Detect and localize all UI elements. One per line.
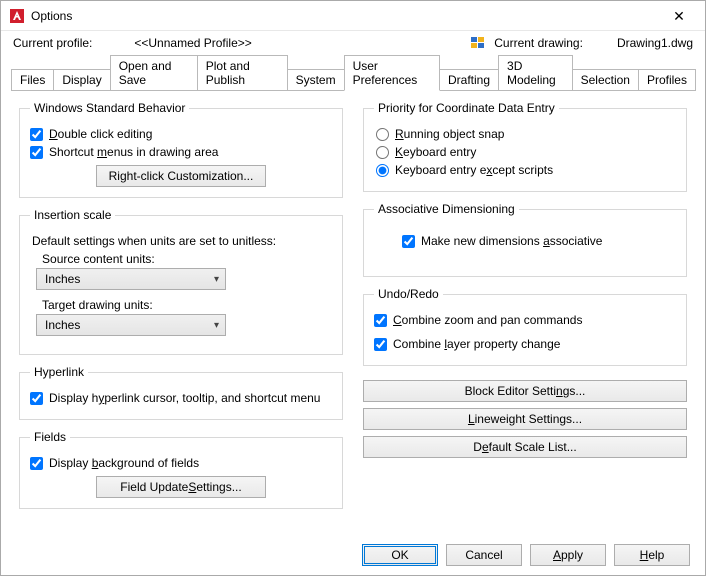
close-icon: ✕ <box>673 9 685 23</box>
select-source-units[interactable]: Inches ▾ <box>36 268 226 290</box>
app-icon <box>9 8 25 24</box>
radio-running-osnap-input[interactable] <box>376 128 389 141</box>
select-target-units[interactable]: Inches ▾ <box>36 314 226 336</box>
group-legend: Associative Dimensioning <box>374 202 519 216</box>
chevron-down-icon: ▾ <box>214 274 219 285</box>
left-column: Windows Standard Behavior Double click e… <box>19 101 343 509</box>
tab-user-preferences[interactable]: User Preferences <box>344 55 440 91</box>
radio-keyboard-entry-input[interactable] <box>376 146 389 159</box>
cancel-button[interactable]: Cancel <box>446 544 522 566</box>
chk-combine-zoom-pan-input[interactable] <box>374 314 387 327</box>
tab-selection[interactable]: Selection <box>572 69 639 91</box>
header-row: Current profile: <<Unnamed Profile>> Cur… <box>1 31 705 53</box>
window-title: Options <box>31 9 72 23</box>
chk-shortcut-menus-input[interactable] <box>30 146 43 159</box>
select-target-units-value: Inches <box>45 318 80 332</box>
group-legend: Insertion scale <box>30 208 115 222</box>
tab-3d-modeling[interactable]: 3D Modeling <box>498 55 573 91</box>
chk-combine-layer-change-input[interactable] <box>374 338 387 351</box>
radio-keyboard-except-scripts-input[interactable] <box>376 164 389 177</box>
tab-files[interactable]: Files <box>11 69 54 91</box>
chk-double-click-editing-input[interactable] <box>30 128 43 141</box>
insertion-scale-desc: Default settings when units are set to u… <box>32 234 332 248</box>
group-insertion-scale: Insertion scale Default settings when un… <box>19 208 343 355</box>
group-legend: Fields <box>30 430 70 444</box>
current-drawing-label: Current drawing: <box>494 36 583 50</box>
group-undo-redo: Undo/Redo Combine zoom and pan commands … <box>363 287 687 366</box>
tab-system[interactable]: System <box>287 69 345 91</box>
help-button[interactable]: Help <box>614 544 690 566</box>
chevron-down-icon: ▾ <box>214 320 219 331</box>
chk-hyperlink-cursor-input[interactable] <box>30 392 43 405</box>
chk-combine-layer-change[interactable]: Combine layer property change <box>374 337 676 351</box>
current-profile-value: <<Unnamed Profile>> <box>134 36 251 50</box>
radio-running-osnap[interactable]: Running object snap <box>376 127 676 141</box>
chk-associative-dim-input[interactable] <box>402 235 415 248</box>
source-units-label: Source content units: <box>42 252 332 266</box>
ok-button[interactable]: OK <box>362 544 438 566</box>
group-fields: Fields Display background of fields Fiel… <box>19 430 343 509</box>
apply-button[interactable]: Apply <box>530 544 606 566</box>
tab-drafting[interactable]: Drafting <box>439 69 499 91</box>
current-profile-label: Current profile: <box>13 36 92 50</box>
current-drawing-value: Drawing1.dwg <box>617 36 693 50</box>
content: Windows Standard Behavior Double click e… <box>1 91 705 517</box>
chk-hyperlink-cursor[interactable]: Display hyperlink cursor, tooltip, and s… <box>30 391 332 405</box>
tab-open-and-save[interactable]: Open and Save <box>110 55 198 91</box>
btn-block-editor-settings[interactable]: Block Editor Settings... <box>363 380 687 402</box>
group-legend: Hyperlink <box>30 365 88 379</box>
titlebar: Options ✕ <box>1 1 705 31</box>
radio-keyboard-except-scripts[interactable]: Keyboard entry except scripts <box>376 163 676 177</box>
btn-default-scale-list[interactable]: Default Scale List... <box>363 436 687 458</box>
footer-buttons: OK Cancel Apply Help <box>362 544 690 566</box>
drawing-icon <box>470 35 486 51</box>
target-units-label: Target drawing units: <box>42 298 332 312</box>
chk-shortcut-menus[interactable]: Shortcut menus in drawing area <box>30 145 332 159</box>
btn-field-update-settings[interactable]: Field Update Settings... <box>96 476 266 498</box>
group-priority-coord: Priority for Coordinate Data Entry Runni… <box>363 101 687 192</box>
group-associative-dim: Associative Dimensioning Make new dimens… <box>363 202 687 277</box>
tab-plot-and-publish[interactable]: Plot and Publish <box>197 55 288 91</box>
radio-keyboard-entry[interactable]: Keyboard entry <box>376 145 676 159</box>
chk-double-click-editing[interactable]: Double click editing <box>30 127 332 141</box>
right-buttons: Block Editor Settings... Lineweight Sett… <box>363 380 687 458</box>
group-windows-standard-behavior: Windows Standard Behavior Double click e… <box>19 101 343 198</box>
group-legend: Priority for Coordinate Data Entry <box>374 101 559 115</box>
group-legend: Windows Standard Behavior <box>30 101 189 115</box>
group-legend: Undo/Redo <box>374 287 443 301</box>
tab-profiles[interactable]: Profiles <box>638 69 696 91</box>
chk-field-background[interactable]: Display background of fields <box>30 456 332 470</box>
tab-display[interactable]: Display <box>53 69 110 91</box>
close-button[interactable]: ✕ <box>661 2 697 30</box>
right-column: Priority for Coordinate Data Entry Runni… <box>363 101 687 509</box>
chk-associative-dim[interactable]: Make new dimensions associative <box>402 234 676 248</box>
chk-combine-zoom-pan[interactable]: Combine zoom and pan commands <box>374 313 676 327</box>
btn-lineweight-settings[interactable]: Lineweight Settings... <box>363 408 687 430</box>
chk-field-background-input[interactable] <box>30 457 43 470</box>
select-source-units-value: Inches <box>45 272 80 286</box>
group-hyperlink: Hyperlink Display hyperlink cursor, tool… <box>19 365 343 420</box>
tabs: Files Display Open and Save Plot and Pub… <box>1 55 705 91</box>
btn-right-click-customization[interactable]: Right-click Customization... <box>96 165 266 187</box>
